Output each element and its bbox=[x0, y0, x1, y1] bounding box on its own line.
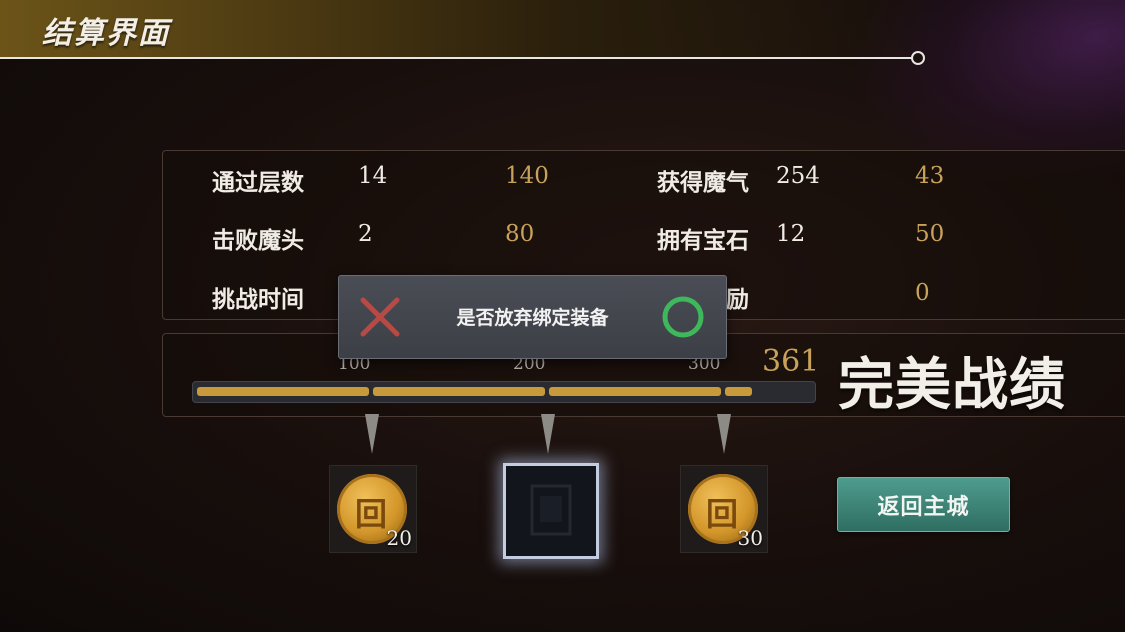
score-progress-segment bbox=[197, 387, 369, 396]
milestone-pointer bbox=[717, 414, 731, 454]
stat-label-reward: 励 bbox=[726, 286, 749, 313]
stat-score-bosses: 80 bbox=[505, 221, 535, 247]
milestone-pointer bbox=[541, 414, 555, 454]
stat-label-bosses: 击败魔头 bbox=[212, 227, 304, 254]
stat-value-demon-qi: 254 bbox=[776, 163, 820, 189]
milestone-pointer bbox=[365, 414, 379, 454]
reward-count: 30 bbox=[737, 526, 763, 550]
stat-score-floors: 140 bbox=[505, 163, 549, 189]
score-progress-segment bbox=[373, 387, 545, 396]
score-progress-segment bbox=[549, 387, 721, 396]
stat-label-gems: 拥有宝石 bbox=[657, 227, 749, 254]
circle-icon bbox=[662, 296, 704, 338]
header-divider-node bbox=[911, 51, 925, 65]
page-title: 结算界面 bbox=[42, 16, 170, 51]
discard-bound-equipment-dialog: 是否放弃绑定装备 bbox=[338, 275, 727, 359]
stat-label-floors: 通过层数 bbox=[212, 169, 304, 196]
stat-score-gems: 50 bbox=[915, 221, 945, 247]
stat-score-reward: 0 bbox=[915, 280, 930, 306]
stat-value-bosses: 2 bbox=[358, 221, 373, 247]
reward-count: 20 bbox=[386, 526, 412, 550]
reward-slot-coin-1[interactable]: 回 20 bbox=[329, 465, 417, 553]
stat-value-gems: 12 bbox=[776, 221, 806, 247]
stat-label-time: 挑战时间 bbox=[212, 286, 304, 313]
score-progress-segment bbox=[725, 387, 752, 396]
return-to-city-button[interactable]: 返回主城 bbox=[837, 477, 1010, 532]
stat-value-floors: 14 bbox=[358, 163, 388, 189]
header-divider bbox=[0, 57, 916, 59]
total-score: 361 bbox=[762, 344, 820, 379]
reward-slot-coin-2[interactable]: 回 30 bbox=[680, 465, 768, 553]
stat-label-demon-qi: 获得魔气 bbox=[657, 169, 749, 196]
stat-score-demon-qi: 43 bbox=[915, 163, 945, 189]
confirm-button[interactable] bbox=[660, 294, 706, 340]
rating-title: 完美战绩 bbox=[838, 352, 1066, 418]
reward-slot-mystery[interactable] bbox=[503, 463, 599, 559]
mystery-item-icon bbox=[530, 484, 572, 536]
